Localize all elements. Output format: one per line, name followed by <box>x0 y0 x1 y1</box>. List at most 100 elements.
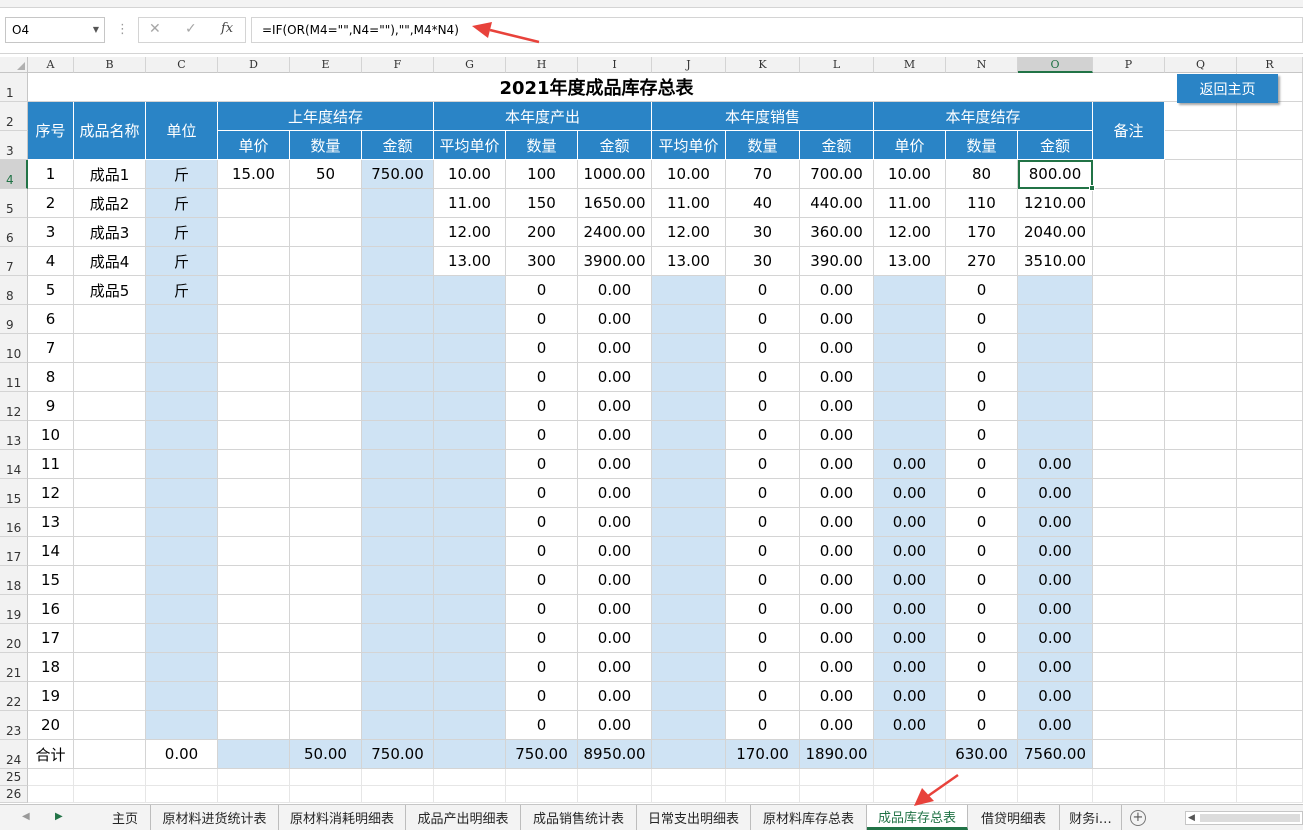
cell[interactable]: 0 <box>726 392 800 421</box>
cell[interactable] <box>1093 786 1165 803</box>
cell[interactable]: 80 <box>946 160 1018 189</box>
column-header-o[interactable]: O <box>1018 57 1093 73</box>
cell[interactable] <box>146 624 218 653</box>
cell[interactable]: 3 <box>28 218 74 247</box>
cell[interactable] <box>1018 334 1093 363</box>
sheet-tab[interactable]: 主页 <box>100 805 151 830</box>
cell[interactable] <box>800 786 874 803</box>
cell[interactable]: 20 <box>28 711 74 740</box>
cell[interactable] <box>362 392 434 421</box>
cell[interactable]: 0 <box>726 421 800 450</box>
insert-function-icon[interactable]: fx <box>221 21 233 36</box>
cell[interactable] <box>218 450 290 479</box>
formula-input[interactable]: =IF(OR(M4="",N4=""),"",M4*N4) <box>251 17 1303 43</box>
cell[interactable]: 0.00 <box>578 624 652 653</box>
horizontal-scrollbar[interactable]: ◀ <box>1185 811 1303 825</box>
cell[interactable] <box>1165 740 1237 769</box>
cell[interactable] <box>362 624 434 653</box>
cell[interactable] <box>1237 189 1303 218</box>
cell[interactable] <box>726 769 800 786</box>
cell[interactable] <box>146 566 218 595</box>
cell[interactable] <box>1165 160 1237 189</box>
cell[interactable] <box>1237 537 1303 566</box>
cell[interactable] <box>146 537 218 566</box>
cell[interactable]: 0 <box>506 276 578 305</box>
cell[interactable]: 30 <box>726 218 800 247</box>
cell[interactable] <box>1237 218 1303 247</box>
cell[interactable] <box>434 363 506 392</box>
column-header-q[interactable]: Q <box>1165 57 1237 73</box>
cell[interactable]: 0 <box>726 334 800 363</box>
cell[interactable] <box>362 786 434 803</box>
cell[interactable]: 0 <box>946 421 1018 450</box>
cell[interactable]: 0.00 <box>800 508 874 537</box>
total-cell[interactable] <box>652 740 726 769</box>
cell[interactable]: 0 <box>946 682 1018 711</box>
cell[interactable]: 0 <box>946 537 1018 566</box>
cell[interactable] <box>652 363 726 392</box>
cell[interactable]: 70 <box>726 160 800 189</box>
total-cell[interactable]: 750.00 <box>362 740 434 769</box>
cell[interactable] <box>1165 508 1237 537</box>
cell[interactable] <box>1093 276 1165 305</box>
row-header-10[interactable]: 10 <box>0 334 28 363</box>
cell[interactable] <box>1165 421 1237 450</box>
column-header-g[interactable]: G <box>434 57 506 73</box>
cell[interactable] <box>74 786 146 803</box>
cell[interactable] <box>290 682 362 711</box>
cell[interactable]: 360.00 <box>800 218 874 247</box>
cell[interactable] <box>218 595 290 624</box>
cell[interactable] <box>362 247 434 276</box>
cell[interactable]: 440.00 <box>800 189 874 218</box>
cell[interactable]: 成品2 <box>74 189 146 218</box>
cell[interactable] <box>218 363 290 392</box>
cell[interactable]: 0.00 <box>578 711 652 740</box>
cell[interactable] <box>218 537 290 566</box>
column-header-c[interactable]: C <box>146 57 218 73</box>
cell[interactable] <box>652 786 726 803</box>
fill-handle[interactable] <box>1089 185 1095 191</box>
row-header-20[interactable]: 20 <box>0 624 28 653</box>
cell[interactable]: 19 <box>28 682 74 711</box>
cell[interactable]: 0.00 <box>800 305 874 334</box>
row-header-15[interactable]: 15 <box>0 479 28 508</box>
cell[interactable]: 0 <box>726 305 800 334</box>
cell[interactable] <box>146 479 218 508</box>
cell[interactable]: 0.00 <box>800 276 874 305</box>
cell[interactable] <box>1165 276 1237 305</box>
cell[interactable] <box>652 276 726 305</box>
cell[interactable] <box>1237 450 1303 479</box>
sheet-tab[interactable]: 成品库存总表 <box>867 805 968 830</box>
cell[interactable] <box>1093 595 1165 624</box>
cell[interactable] <box>74 305 146 334</box>
cell[interactable] <box>362 711 434 740</box>
cell[interactable] <box>146 769 218 786</box>
total-cell[interactable] <box>74 740 146 769</box>
cell[interactable]: 0.00 <box>1018 595 1093 624</box>
cell[interactable] <box>1165 682 1237 711</box>
cell[interactable] <box>290 653 362 682</box>
cell[interactable] <box>652 653 726 682</box>
cell[interactable] <box>218 566 290 595</box>
cell[interactable]: 2400.00 <box>578 218 652 247</box>
cell[interactable] <box>74 595 146 624</box>
cell[interactable] <box>146 363 218 392</box>
cell[interactable]: 12 <box>28 479 74 508</box>
cell[interactable]: 0.00 <box>800 537 874 566</box>
sheet-tab[interactable]: 日常支出明细表 <box>637 805 751 830</box>
cell[interactable] <box>434 653 506 682</box>
row-header-11[interactable]: 11 <box>0 363 28 392</box>
cell[interactable] <box>1237 305 1303 334</box>
prev-sheet-icon[interactable]: ◀ <box>22 811 30 822</box>
row-header-24[interactable]: 24 <box>0 740 28 769</box>
row-header-8[interactable]: 8 <box>0 276 28 305</box>
cell[interactable] <box>1237 276 1303 305</box>
cell[interactable] <box>1237 160 1303 189</box>
cell[interactable] <box>74 508 146 537</box>
scroll-left-icon[interactable]: ◀ <box>1188 813 1195 823</box>
cell[interactable]: 40 <box>726 189 800 218</box>
cell[interactable]: 0.00 <box>1018 508 1093 537</box>
row-header-26[interactable]: 26 <box>0 786 28 803</box>
row-header-1[interactable]: 1 <box>0 73 28 102</box>
cell[interactable]: 斤 <box>146 276 218 305</box>
